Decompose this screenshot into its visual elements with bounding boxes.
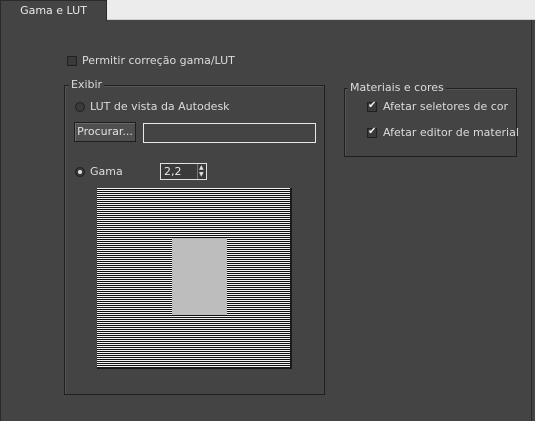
affect-color-selectors-label: Afetar seletores de cor bbox=[383, 100, 509, 113]
gamma-spinner[interactable]: 2,2 ▲ ▼ bbox=[160, 163, 207, 180]
tab-gamma-lut[interactable]: Gama e LUT bbox=[0, 0, 107, 21]
affect-color-selectors-checkbox[interactable] bbox=[367, 100, 377, 112]
gamma-lut-panel: Permitir correção gama/LUT Exibir LUT de… bbox=[0, 20, 532, 421]
materials-colors-groupbox bbox=[344, 88, 517, 157]
affect-material-editor-label: Afetar editor de material bbox=[383, 126, 519, 139]
lut-radio-label: LUT de vista da Autodesk bbox=[90, 100, 230, 113]
spinner-down-icon[interactable]: ▼ bbox=[199, 172, 204, 178]
gamma-test-pattern bbox=[97, 188, 292, 369]
materials-colors-group-title: Materiais e cores bbox=[348, 81, 446, 94]
gamma-radio[interactable] bbox=[75, 167, 85, 177]
display-group-title: Exibir bbox=[69, 78, 105, 91]
enable-gamma-lut-label: Permitir correção gama/LUT bbox=[82, 54, 235, 67]
enable-gamma-lut-checkbox[interactable] bbox=[67, 56, 77, 66]
gamma-radio-label: Gama bbox=[90, 165, 123, 178]
affect-material-editor-checkbox[interactable] bbox=[367, 126, 377, 138]
lut-path-field[interactable] bbox=[143, 123, 316, 143]
gamma-spinner-buttons[interactable]: ▲ ▼ bbox=[197, 164, 206, 179]
browse-button[interactable]: Procurar... bbox=[74, 122, 136, 142]
gamma-value: 2,2 bbox=[164, 165, 182, 178]
gamma-pattern-center-swatch bbox=[172, 238, 227, 315]
lut-radio[interactable] bbox=[75, 102, 85, 112]
